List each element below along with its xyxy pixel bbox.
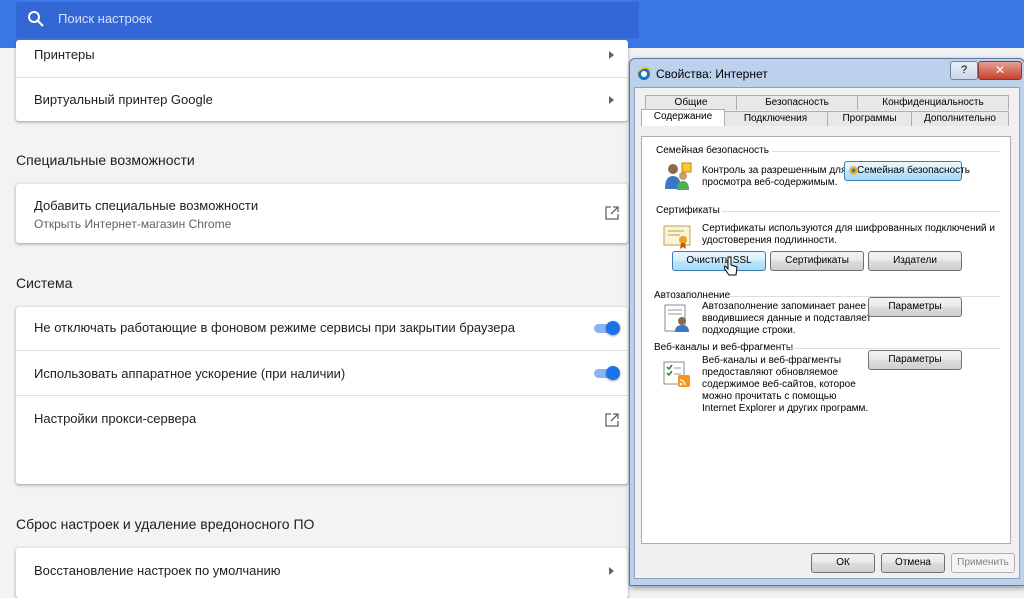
dialog-title: Свойства: Интернет bbox=[656, 67, 768, 81]
autofill-icon bbox=[664, 304, 689, 332]
printers-card: Принтеры Виртуальный принтер Google bbox=[16, 40, 628, 121]
row-label: Использовать аппаратное ускорение (при н… bbox=[34, 366, 346, 381]
content-tab-panel: Семейная безопасность Контроль за разреш… bbox=[641, 136, 1011, 544]
row-label: Не отключать работающие в фоновом режиме… bbox=[34, 320, 515, 335]
tab-privacy[interactable]: Конфиденциальность bbox=[857, 95, 1009, 110]
search-icon[interactable] bbox=[27, 10, 45, 28]
section-heading-reset: Сброс настроек и удаление вредоносного П… bbox=[16, 516, 315, 532]
clear-ssl-button[interactable]: Очистить SSL bbox=[672, 251, 766, 271]
tab-programs[interactable]: Программы bbox=[827, 111, 912, 126]
tab-connections[interactable]: Подключения bbox=[723, 111, 828, 126]
settings-content: Принтеры Виртуальный принтер Google Спец… bbox=[0, 40, 630, 598]
group-divider bbox=[786, 348, 1000, 349]
chevron-right-icon bbox=[609, 96, 614, 104]
internet-explorer-icon bbox=[637, 67, 652, 80]
tab-advanced[interactable]: Дополнительно bbox=[911, 111, 1009, 126]
accessibility-card: Добавить специальные возможности Открыть… bbox=[16, 184, 628, 243]
settings-row-add-accessibility[interactable]: Добавить специальные возможности Открыть… bbox=[16, 184, 628, 243]
apply-button[interactable]: Применить bbox=[951, 553, 1015, 573]
reset-card: Восстановление настроек по умолчанию bbox=[16, 548, 628, 598]
row-label: Добавить специальные возможности bbox=[34, 198, 259, 213]
internet-properties-dialog: Свойства: Интернет ? ✕ Общие Безопасност… bbox=[629, 58, 1024, 586]
group-divider bbox=[722, 211, 1000, 212]
group-label-autofill: Автозаполнение bbox=[654, 290, 731, 301]
mouse-cursor-icon bbox=[724, 256, 738, 276]
tab-security[interactable]: Безопасность bbox=[736, 95, 858, 110]
settings-row-proxy[interactable]: Настройки прокси-сервера bbox=[16, 395, 628, 485]
row-sublabel: Открыть Интернет-магазин Chrome bbox=[34, 217, 232, 231]
feeds-description: Веб-каналы и веб-фрагменты предоставляют… bbox=[702, 355, 869, 414]
family-safety-button[interactable]: Семейная безопасность bbox=[844, 161, 970, 181]
row-label: Настройки прокси-сервера bbox=[34, 411, 197, 426]
certificates-description: Сертификаты используются для шифрованных… bbox=[702, 223, 996, 246]
settings-row-cloud-print[interactable]: Виртуальный принтер Google bbox=[16, 77, 628, 122]
external-link-icon[interactable] bbox=[605, 413, 619, 427]
tab-content[interactable]: Содержание bbox=[641, 109, 725, 126]
close-button[interactable]: ✕ bbox=[978, 61, 1022, 80]
cancel-button[interactable]: Отмена bbox=[881, 553, 945, 573]
settings-row-hardware-acceleration[interactable]: Использовать аппаратное ускорение (при н… bbox=[16, 350, 628, 396]
family-safety-icon bbox=[665, 162, 692, 190]
settings-row-background-apps[interactable]: Не отключать работающие в фоновом режиме… bbox=[16, 307, 628, 350]
ok-button[interactable]: ОК bbox=[811, 553, 875, 573]
settings-row-restore-defaults[interactable]: Восстановление настроек по умолчанию bbox=[16, 548, 628, 593]
search-input[interactable]: Поиск настроек bbox=[58, 11, 152, 26]
help-button[interactable]: ? bbox=[950, 61, 978, 80]
autofill-description: Автозаполнение запоминает ранее вводивши… bbox=[702, 301, 872, 336]
certificates-button[interactable]: Сертификаты bbox=[770, 251, 864, 271]
group-label-certificates: Сертификаты bbox=[656, 205, 720, 216]
section-heading-accessibility: Специальные возможности bbox=[16, 152, 195, 168]
chevron-right-icon bbox=[609, 567, 614, 575]
external-link-icon[interactable] bbox=[605, 206, 619, 220]
group-divider bbox=[772, 151, 1000, 152]
family-safety-description: Контроль за разрешенным для просмотра ве… bbox=[702, 165, 847, 188]
feeds-settings-button[interactable]: Параметры bbox=[868, 350, 962, 370]
feeds-icon bbox=[663, 361, 690, 387]
button-label: Семейная безопасность bbox=[857, 165, 970, 176]
settings-row-printers[interactable]: Принтеры bbox=[16, 40, 628, 77]
certificate-icon bbox=[663, 225, 691, 249]
family-safety-small-icon bbox=[849, 166, 858, 175]
publishers-button[interactable]: Издатели bbox=[868, 251, 962, 271]
chevron-right-icon bbox=[609, 51, 614, 59]
row-label: Восстановление настроек по умолчанию bbox=[34, 563, 281, 578]
tab-general[interactable]: Общие bbox=[645, 95, 737, 110]
group-label-feeds: Веб-каналы и веб-фрагменты bbox=[654, 342, 794, 353]
row-label: Принтеры bbox=[34, 47, 95, 62]
dialog-body: Общие Безопасность Конфиденциальность По… bbox=[634, 87, 1020, 579]
system-card: Не отключать работающие в фоновом режиме… bbox=[16, 307, 628, 484]
section-heading-system: Система bbox=[16, 275, 73, 291]
group-label-family-safety: Семейная безопасность bbox=[656, 145, 769, 156]
hardware-acceleration-toggle[interactable] bbox=[594, 366, 622, 380]
autofill-settings-button[interactable]: Параметры bbox=[868, 297, 962, 317]
background-apps-toggle[interactable] bbox=[594, 321, 622, 335]
row-label: Виртуальный принтер Google bbox=[34, 92, 213, 107]
